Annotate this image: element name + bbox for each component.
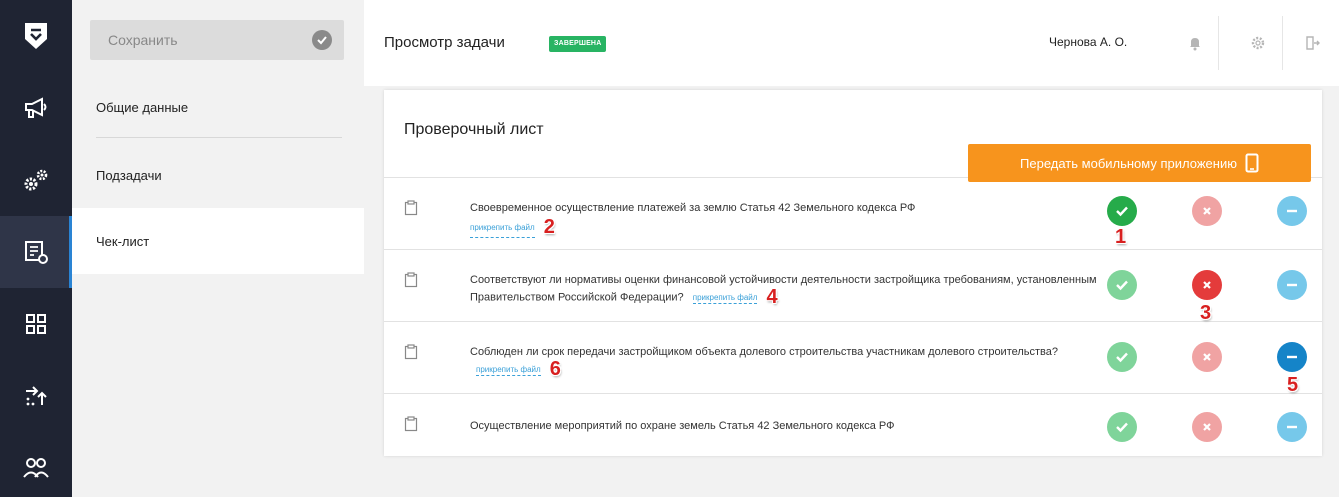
logout-icon[interactable] bbox=[1298, 28, 1328, 58]
users-icon[interactable] bbox=[0, 432, 72, 497]
checklist-row-text: Осуществление мероприятий по охране земе… bbox=[470, 418, 1100, 435]
save-button[interactable]: Сохранить bbox=[90, 20, 344, 60]
attach-file-link[interactable]: прикрепить файл bbox=[470, 219, 535, 238]
megaphone-icon[interactable] bbox=[0, 72, 72, 144]
checklist-row-text: Своевременное осуществление платежей за … bbox=[470, 200, 1100, 238]
send-to-mobile-button[interactable]: Передать мобильному приложению bbox=[968, 144, 1311, 182]
phone-icon bbox=[1245, 153, 1259, 173]
annotation-marker: 4 bbox=[766, 286, 778, 308]
divider bbox=[1282, 16, 1283, 70]
approve-button[interactable] bbox=[1107, 270, 1137, 300]
reject-button[interactable] bbox=[1192, 342, 1222, 372]
approve-button[interactable] bbox=[1107, 342, 1137, 372]
sidebar-item-general[interactable]: Общие данные bbox=[72, 74, 364, 140]
approve-button[interactable] bbox=[1107, 196, 1137, 226]
not-applicable-button[interactable] bbox=[1277, 342, 1307, 372]
annotation-marker: 6 bbox=[549, 358, 561, 380]
gear-icon[interactable] bbox=[1243, 28, 1273, 58]
requirement-text: Соответствуют ли нормативы оценки финанс… bbox=[470, 274, 1097, 304]
user-name[interactable]: Чернова А. О. bbox=[1049, 35, 1127, 49]
checklist-card: Проверочный лист Своевременное осуществл… bbox=[384, 90, 1322, 456]
clipboard-icon[interactable] bbox=[404, 272, 418, 293]
not-applicable-button[interactable] bbox=[1277, 270, 1307, 300]
page-title: Просмотр задачи bbox=[384, 34, 505, 51]
annotation-marker: 1 bbox=[1115, 226, 1127, 248]
divider bbox=[1218, 16, 1219, 70]
sidebar-item-label: Общие данные bbox=[96, 99, 189, 115]
bell-icon[interactable] bbox=[1180, 28, 1210, 58]
checklist-row: Соблюден ли срок передачи застройщиком о… bbox=[384, 322, 1322, 396]
sidebar-item-label: Подзадачи bbox=[96, 167, 162, 183]
section-sidebar: Сохранить Общие данные Подзадачи Чек-лис… bbox=[72, 0, 364, 497]
attach-file-link[interactable]: прикрепить файл bbox=[476, 365, 541, 377]
sidebar-item-label: Чек-лист bbox=[96, 233, 150, 249]
not-applicable-button[interactable] bbox=[1277, 196, 1307, 226]
reject-button[interactable] bbox=[1192, 412, 1222, 442]
clipboard-icon[interactable] bbox=[404, 344, 418, 365]
transfer-icon[interactable] bbox=[0, 360, 72, 432]
checklist-icon[interactable] bbox=[0, 216, 72, 288]
check-circle-icon bbox=[312, 30, 332, 50]
send-to-mobile-label: Передать мобильному приложению bbox=[1020, 155, 1237, 171]
checklist-row: Осуществление мероприятий по охране земе… bbox=[384, 394, 1322, 456]
apps-grid-icon[interactable] bbox=[0, 288, 72, 360]
requirement-text: Соблюден ли срок передачи застройщиком о… bbox=[470, 346, 1059, 358]
divider bbox=[96, 137, 342, 138]
requirement-text: Своевременное осуществление платежей за … bbox=[470, 202, 916, 214]
clipboard-icon[interactable] bbox=[404, 416, 418, 437]
left-rail bbox=[0, 0, 72, 497]
not-applicable-button[interactable] bbox=[1277, 412, 1307, 442]
clipboard-icon[interactable] bbox=[404, 200, 418, 221]
sidebar-item-checklist[interactable]: Чек-лист bbox=[72, 208, 364, 274]
gears-icon[interactable] bbox=[0, 144, 72, 216]
sidebar-item-subtasks[interactable]: Подзадачи bbox=[72, 142, 364, 208]
main-content: Проверочный лист Своевременное осуществл… bbox=[364, 86, 1339, 497]
annotation-marker: 2 bbox=[543, 215, 555, 238]
reject-button[interactable] bbox=[1192, 196, 1222, 226]
attach-file-link[interactable]: прикрепить файл bbox=[692, 293, 758, 305]
save-button-label: Сохранить bbox=[108, 32, 178, 48]
top-bar: Просмотр задачи ЗАВЕРШЕНА Чернова А. О. bbox=[364, 0, 1339, 86]
checklist-row: Своевременное осуществление платежей за … bbox=[384, 178, 1322, 250]
reject-button[interactable] bbox=[1192, 270, 1222, 300]
checklist-row: Соответствуют ли нормативы оценки финанс… bbox=[384, 250, 1322, 324]
status-badge: ЗАВЕРШЕНА bbox=[549, 36, 607, 52]
logo-icon[interactable] bbox=[0, 0, 72, 72]
approve-button[interactable] bbox=[1107, 412, 1137, 442]
card-title: Проверочный лист bbox=[404, 121, 544, 138]
requirement-text: Осуществление мероприятий по охране земе… bbox=[470, 420, 895, 432]
checklist-row-text: Соответствуют ли нормативы оценки финанс… bbox=[470, 272, 1100, 308]
checklist-row-text: Соблюден ли срок передачи застройщиком о… bbox=[470, 344, 1100, 380]
